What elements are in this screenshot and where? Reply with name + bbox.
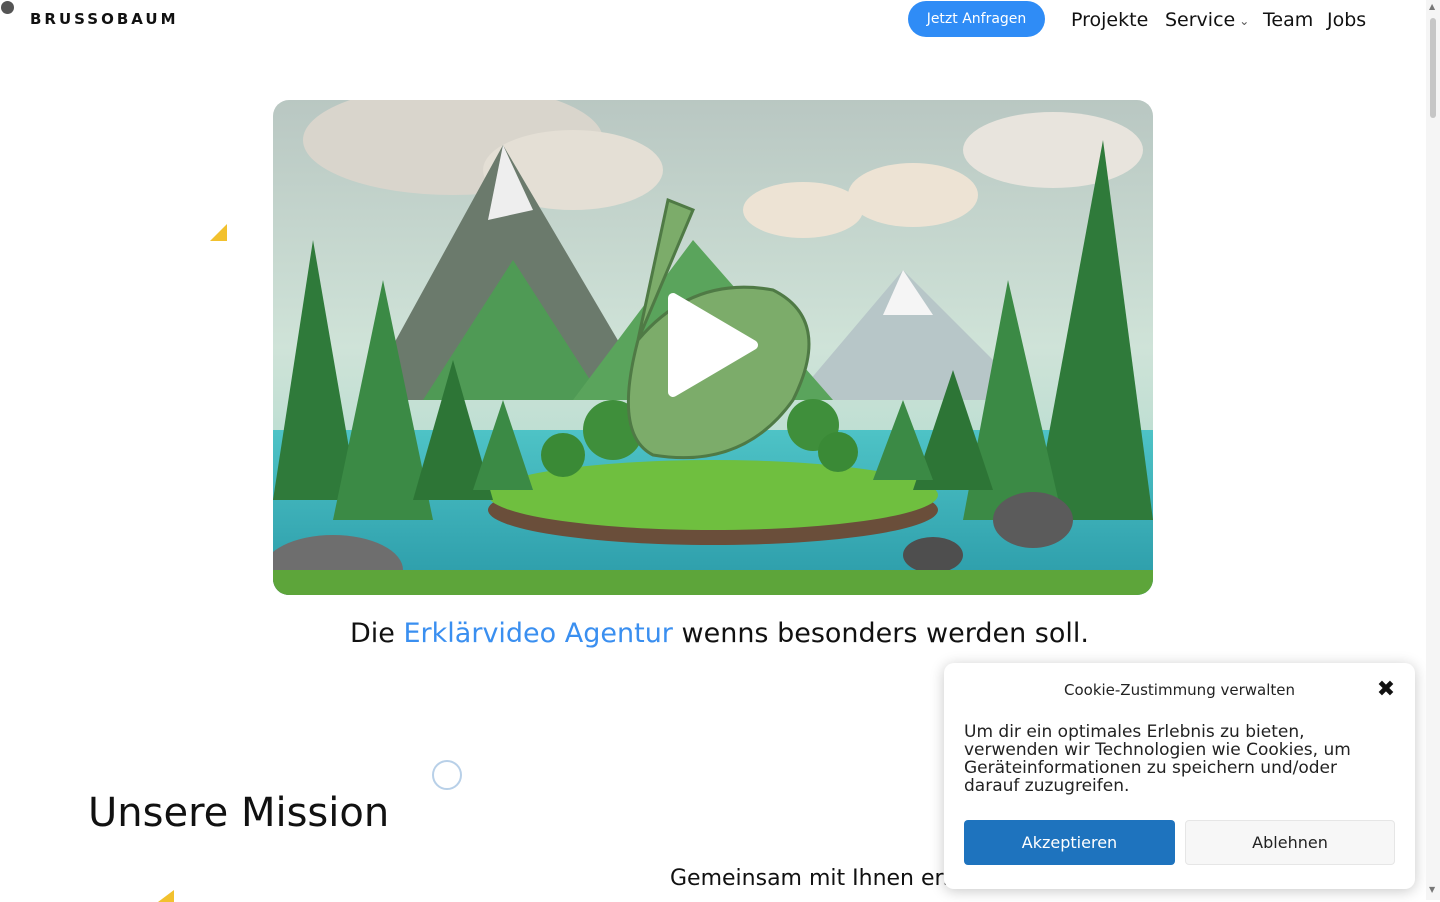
- decorative-triangle: [158, 890, 174, 902]
- mission-text: Gemeinsam mit Ihnen ers: [670, 866, 956, 891]
- nav-jobs[interactable]: Jobs: [1327, 9, 1366, 31]
- jetzt-anfragen-button[interactable]: Jetzt Anfragen: [908, 1, 1045, 37]
- video-thumbnail: [273, 100, 1153, 595]
- tagline-post: wenns besonders werden soll.: [681, 618, 1089, 649]
- logo[interactable]: BRUSSOBAUM: [30, 10, 179, 28]
- nav-service[interactable]: Service ⌄: [1165, 9, 1249, 31]
- tagline-pre: Die: [350, 618, 395, 649]
- tagline-highlight[interactable]: Erklärvideo Agentur: [404, 618, 673, 649]
- nav-projekte[interactable]: Projekte: [1071, 9, 1148, 31]
- decorative-triangle: [210, 224, 227, 241]
- accept-button[interactable]: Akzeptieren: [964, 820, 1175, 865]
- scrollbar[interactable]: ▲ ▼: [1426, 0, 1440, 900]
- deny-button[interactable]: Ablehnen: [1185, 820, 1395, 865]
- cookie-title: Cookie-Zustimmung verwalten: [1063, 681, 1295, 699]
- chevron-down-icon: ⌄: [1239, 14, 1250, 28]
- hero-tagline: Die Erklärvideo Agentur wenns besonders …: [350, 618, 1089, 649]
- mission-title: Unsere Mission: [88, 790, 390, 836]
- site-header: BRUSSOBAUM Jetzt Anfragen Projekte Servi…: [0, 0, 1426, 40]
- cookie-consent-dialog: Cookie-Zustimmung verwalten ✖ Um dir ein…: [944, 663, 1415, 889]
- scroll-down-icon[interactable]: ▼: [1429, 885, 1435, 894]
- scroll-up-icon[interactable]: ▲: [1429, 2, 1435, 11]
- decorative-circle: [432, 760, 462, 790]
- close-icon[interactable]: ✖: [1375, 679, 1397, 701]
- nav-team[interactable]: Team: [1263, 9, 1313, 31]
- scroll-thumb[interactable]: [1430, 18, 1436, 118]
- hero-video[interactable]: [273, 100, 1153, 595]
- cookie-text: Um dir ein optimales Erlebnis zu bieten,…: [964, 722, 1351, 796]
- nav-service-label: Service: [1165, 9, 1236, 31]
